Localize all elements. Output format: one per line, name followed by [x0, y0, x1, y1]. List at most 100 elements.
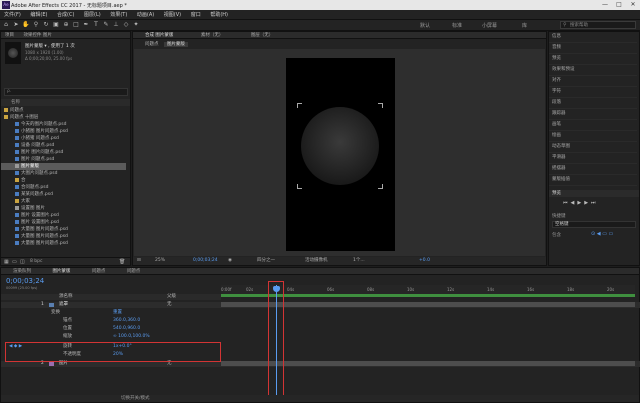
- tab-timeline-comp[interactable]: 图片蒙版: [52, 269, 70, 274]
- breadcrumb-item[interactable]: 问题点: [145, 42, 159, 47]
- layer-name[interactable]: 遮罩: [59, 302, 68, 308]
- puppet-tool-icon[interactable]: ✦: [132, 21, 140, 29]
- list-item[interactable]: 大量图 图片问题点.psd: [1, 240, 68, 247]
- list-item[interactable]: 大家: [1, 198, 30, 205]
- list-item[interactable]: 设置图 图片: [1, 205, 45, 212]
- brush-tool-icon[interactable]: ✎: [102, 21, 110, 29]
- list-item-selected[interactable]: 图片蒙版: [1, 163, 126, 170]
- list-item[interactable]: 今天的图片问题点.psd: [1, 121, 67, 128]
- timeline-timecode[interactable]: 0;00;03;24: [6, 277, 44, 285]
- tab-composition[interactable]: 合成 图片蒙版: [145, 33, 173, 38]
- list-item[interactable]: 问题点 十图层: [1, 114, 38, 121]
- panel-motion-sketch[interactable]: 动态草图: [549, 142, 637, 153]
- list-item[interactable]: 图片 设置图片.psd: [1, 212, 59, 219]
- interpret-footage-icon[interactable]: ▦: [4, 259, 9, 265]
- column-source-name[interactable]: 源名称: [59, 294, 73, 300]
- menu-layer[interactable]: 图层(L): [80, 10, 105, 20]
- minimize-button[interactable]: —: [598, 0, 612, 10]
- list-item[interactable]: 小猪图 图片问题点.psd: [1, 128, 68, 135]
- list-item[interactable]: 小猪猪 问题点.psd: [1, 135, 59, 142]
- camera-dropdown[interactable]: 活动摄像机: [305, 257, 328, 265]
- list-item[interactable]: 合问题点.psd: [1, 184, 49, 191]
- pan-tool-icon[interactable]: ⊕: [62, 21, 70, 29]
- resolution-dropdown[interactable]: 四分之一: [257, 257, 275, 265]
- tab-render-queue[interactable]: 渲染队列: [13, 269, 31, 274]
- panel-tracker[interactable]: 跟踪器: [549, 109, 637, 120]
- project-column-name[interactable]: 名称: [1, 99, 130, 106]
- menu-effect[interactable]: 效果(T): [106, 10, 131, 20]
- property-row[interactable]: 位置 540.0,960.0: [1, 326, 640, 332]
- layer-parent[interactable]: 无: [167, 302, 172, 308]
- menu-composition[interactable]: 合成(C): [53, 10, 78, 20]
- playback-controls[interactable]: ⏮◀▶▶⏭: [563, 200, 599, 206]
- panel-smoother[interactable]: 平滑器: [549, 153, 637, 164]
- comp-viewer[interactable]: [134, 49, 545, 256]
- rotate-tool-icon[interactable]: ↻: [42, 21, 50, 29]
- list-item[interactable]: 大图片问题点.psd: [1, 170, 58, 177]
- eraser-tool-icon[interactable]: ◇: [122, 21, 130, 29]
- list-item[interactable]: 图片 图片问题点.psd: [1, 149, 63, 156]
- toggle-switches-modes[interactable]: 切换开关/模式: [121, 395, 150, 402]
- rectangle-tool-icon[interactable]: □: [72, 21, 80, 29]
- workspace-library[interactable]: 库: [522, 22, 527, 29]
- camera-tool-icon[interactable]: ▣: [52, 21, 60, 29]
- column-parent[interactable]: 父级: [167, 294, 176, 300]
- list-item[interactable]: 某某问题点.psd: [1, 191, 53, 198]
- bounding-box[interactable]: [297, 103, 383, 189]
- menu-file[interactable]: 文件(F): [0, 10, 25, 20]
- current-time[interactable]: 0;00;03;24: [193, 257, 218, 265]
- panel-effects-presets[interactable]: 效果和预设: [549, 65, 637, 76]
- panel-paint[interactable]: 绘画: [549, 131, 637, 142]
- menu-view[interactable]: 视图(V): [160, 10, 185, 20]
- bit-depth-label[interactable]: 8 bpc: [30, 259, 42, 264]
- panel-character[interactable]: 字符: [549, 87, 637, 98]
- selection-tool-icon[interactable]: ➤: [12, 21, 20, 29]
- panel-align[interactable]: 对齐: [549, 76, 637, 87]
- list-item[interactable]: 设备 问题点.psd: [1, 142, 54, 149]
- new-composition-icon[interactable]: ◫: [20, 259, 25, 265]
- project-search-input[interactable]: ρ.: [4, 88, 128, 96]
- home-icon[interactable]: ⌂: [2, 21, 10, 29]
- always-preview-icon[interactable]: ⊟: [137, 257, 141, 265]
- tab-timeline-comp2[interactable]: 问题点: [92, 269, 106, 274]
- property-row[interactable]: 变换 重置: [1, 310, 640, 316]
- list-item[interactable]: 问题点: [1, 107, 24, 114]
- list-item[interactable]: 大量图 图片问题点.psd: [1, 233, 68, 240]
- workspace-default[interactable]: 默认: [420, 22, 430, 29]
- menu-edit[interactable]: 编辑(E): [26, 10, 51, 20]
- text-tool-icon[interactable]: T: [92, 21, 100, 29]
- shortcut-dropdown[interactable]: 空格键: [552, 221, 636, 228]
- close-button[interactable]: ✕: [626, 0, 640, 10]
- tab-timeline-comp3[interactable]: 问题点: [127, 269, 141, 274]
- panel-brushes[interactable]: 画笔: [549, 120, 637, 131]
- panel-paragraph[interactable]: 段落: [549, 98, 637, 109]
- panel-preview[interactable]: 预览: [549, 54, 637, 65]
- breadcrumb-item-active[interactable]: 图片蒙版: [163, 42, 188, 47]
- tab-footage[interactable]: 素材（无）: [201, 33, 224, 38]
- workspace-standard[interactable]: 标准: [452, 22, 462, 29]
- menu-window[interactable]: 窗口: [187, 10, 205, 20]
- panel-info[interactable]: 信息: [549, 32, 637, 43]
- zoom-tool-icon[interactable]: ⚲: [32, 21, 40, 29]
- help-search-input[interactable]: ⚲ 搜索帮助: [560, 21, 636, 29]
- property-row[interactable]: 缩放 ∞ 100.0,100.0%: [1, 334, 640, 340]
- snapshot-icon[interactable]: ◉: [228, 257, 232, 265]
- delete-icon[interactable]: 🗑: [119, 259, 125, 265]
- tab-layer[interactable]: 图层（无）: [251, 33, 274, 38]
- menu-animation[interactable]: 动画(A): [133, 10, 158, 20]
- exposure-value[interactable]: +0.0: [419, 257, 430, 265]
- stamp-tool-icon[interactable]: ⊥: [112, 21, 120, 29]
- tab-effect-controls[interactable]: 效果控件 图片: [23, 33, 51, 38]
- list-item[interactable]: 图片 问题点.psd: [1, 156, 54, 163]
- list-item[interactable]: 图片 设置图片.psd: [1, 219, 59, 226]
- tab-project[interactable]: 项目: [5, 33, 14, 38]
- include-toggles[interactable]: ⊙ ◀ ▭ ▭: [591, 231, 613, 237]
- maximize-button[interactable]: □: [612, 0, 626, 10]
- views-dropdown[interactable]: 1个...: [353, 257, 365, 265]
- new-folder-icon[interactable]: ▭: [12, 259, 17, 265]
- menu-help[interactable]: 帮助(H): [206, 10, 232, 20]
- panel-mask-interpolation[interactable]: 蒙版插值: [549, 175, 637, 186]
- hand-tool-icon[interactable]: ✋: [22, 21, 30, 29]
- list-item[interactable]: 合: [1, 177, 26, 184]
- workspace-small-screen[interactable]: 小屏幕: [482, 22, 497, 29]
